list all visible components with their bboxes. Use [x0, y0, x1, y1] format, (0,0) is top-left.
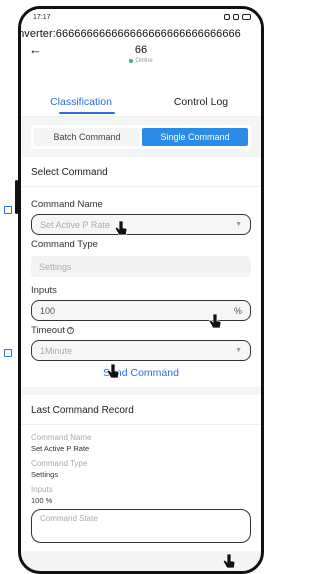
send-command-button[interactable]: Send Command — [31, 367, 251, 379]
online-dot-icon — [129, 59, 134, 63]
select-command-card: Select Command Command Name Set Active P… — [21, 157, 261, 387]
device-name: 66 — [134, 44, 148, 56]
hand-cursor-icon — [222, 553, 236, 569]
hand-cursor-icon — [114, 220, 128, 236]
timeout-value: 1Minute — [40, 345, 73, 356]
timeout-label-text: Timeout — [31, 325, 65, 336]
command-type-value: Settings — [39, 261, 72, 272]
hand-cursor-icon — [106, 363, 120, 379]
last-command-record-card: Last Command Record Command Name Set Act… — [21, 395, 261, 551]
command-type-field: Settings — [31, 256, 251, 277]
record-inputs-label: Inputs — [31, 485, 53, 494]
hand-cursor-icon — [208, 313, 222, 329]
tab-bar: Classification Control Log — [21, 91, 261, 117]
phone-frame: 17:17 Inverter:6666666666666666666666666… — [18, 6, 264, 574]
select-command-heading: Select Command — [21, 157, 261, 187]
command-name-select[interactable]: Set Active P Rate ▼ — [31, 214, 251, 235]
record-command-state-label: Command State — [40, 514, 98, 523]
single-command-button[interactable]: Single Command — [142, 128, 248, 146]
timeout-select[interactable]: 1Minute ▼ — [31, 340, 251, 361]
last-command-heading: Last Command Record — [21, 395, 261, 425]
signal-icon — [233, 14, 239, 20]
online-status-text: Online — [135, 58, 153, 64]
record-command-name-value: Set Active P Rate — [31, 444, 90, 453]
tab-active-indicator — [59, 112, 115, 114]
command-state-box: Command State — [31, 509, 251, 543]
record-inputs-value: 100 % — [31, 496, 53, 505]
record-command-type-label: Command Type — [31, 459, 88, 468]
chevron-down-icon: ▼ — [235, 347, 242, 354]
help-icon[interactable]: ? — [66, 326, 74, 334]
status-time: 17:17 — [33, 13, 51, 21]
inputs-unit: % — [233, 305, 242, 316]
status-icons — [224, 14, 251, 20]
alarm-icon — [224, 14, 230, 20]
command-name-label: Command Name — [31, 199, 103, 210]
back-arrow-icon[interactable]: ← — [29, 42, 42, 57]
page-header: Inverter:666666666666666666666666666666 … — [21, 25, 261, 91]
record-command-type-value: Settings — [31, 470, 59, 479]
tab-control-log[interactable]: Control Log — [141, 91, 261, 116]
command-name-value: Set Active P Rate — [40, 219, 110, 230]
command-mode-segment: Batch Command Single Command — [21, 117, 261, 157]
record-command-name-label: Command Name — [31, 433, 92, 442]
online-status: Online — [21, 58, 261, 64]
inputs-label: Inputs — [31, 285, 57, 296]
selection-marker — [4, 206, 12, 214]
selection-marker — [4, 349, 12, 357]
page-title: Inverter:666666666666666666666666666666 — [18, 28, 241, 40]
status-bar: 17:17 — [21, 9, 261, 25]
battery-icon — [242, 14, 251, 20]
chevron-down-icon: ▼ — [235, 221, 242, 228]
batch-command-button[interactable]: Batch Command — [34, 128, 140, 146]
inputs-value: 100 — [40, 305, 56, 316]
command-type-label: Command Type — [31, 239, 98, 250]
